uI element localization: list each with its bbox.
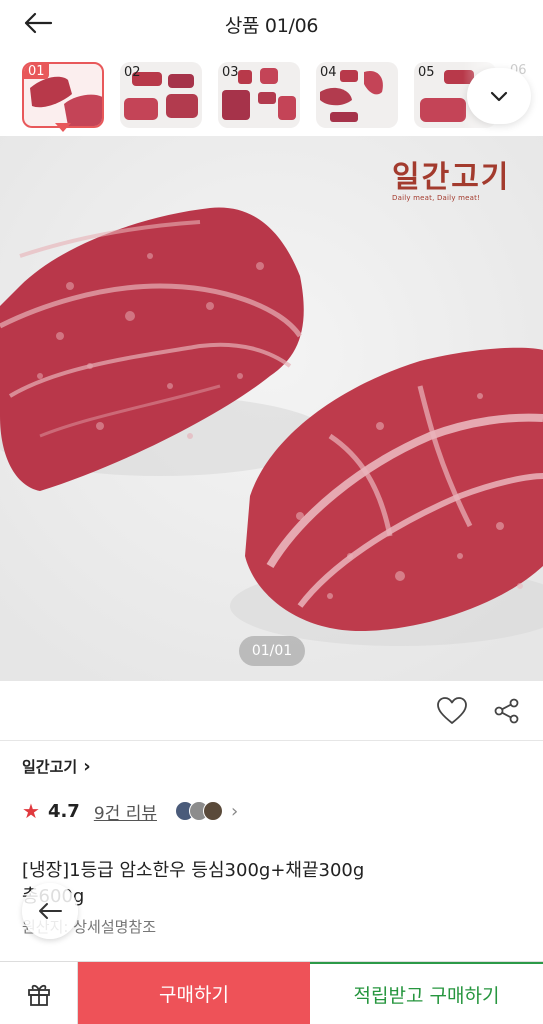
heart-icon (437, 697, 467, 724)
arrow-left-icon (39, 903, 62, 919)
action-row (0, 681, 543, 741)
thumbnail-strip: 01 02 03 04 05 (0, 58, 543, 136)
image-page-indicator: 01/01 (239, 636, 305, 666)
chevron-right-icon: › (230, 800, 239, 822)
thumbnail-number: 02 (124, 65, 141, 80)
product-name-line2: 총600g (22, 884, 442, 910)
product-name-line1: [냉장]1등급 암소한우 등심300g+채끝300g (22, 860, 365, 881)
rating-row: ★ 4.7 9건 리뷰 › (22, 796, 238, 826)
thumbnail-number: 03 (222, 65, 239, 80)
product-main-image[interactable] (0, 136, 543, 681)
chevron-down-icon (490, 91, 508, 102)
chevron-right-icon: › (83, 756, 91, 777)
reviewer-avatars[interactable]: › (174, 800, 239, 822)
thumbnail-number: 05 (418, 65, 435, 80)
thumbnail-number: 04 (320, 65, 337, 80)
rating-value: 4.7 (47, 800, 80, 822)
gift-icon (27, 984, 50, 1006)
gift-button[interactable] (0, 962, 78, 1024)
thumbnail-03[interactable]: 03 (218, 62, 300, 128)
buy-with-points-button[interactable]: 적립받고 구매하기 (310, 962, 543, 1024)
seller-link[interactable]: 일간고기 › (22, 756, 91, 777)
share-button[interactable] (492, 696, 522, 726)
floating-back-button[interactable] (22, 883, 78, 939)
header: 상품 01/06 (0, 0, 543, 46)
buy-button[interactable]: 구매하기 (78, 962, 310, 1024)
thumbnail-04[interactable]: 04 (316, 62, 398, 128)
beef-image (0, 136, 543, 681)
wishlist-button[interactable] (436, 696, 468, 726)
star-icon: ★ (22, 799, 40, 823)
thumbnail-number: 01 (24, 64, 49, 79)
thumbnail-01[interactable]: 01 (22, 62, 104, 128)
product-name: [냉장]1등급 암소한우 등심300g+채끝300g 총600g (22, 858, 442, 910)
page-title: 상품 01/06 (224, 15, 319, 37)
active-thumbnail-indicator (55, 123, 71, 132)
thumbnail-02[interactable]: 02 (120, 62, 202, 128)
expand-thumbnails-button[interactable] (467, 68, 531, 124)
avatar (202, 801, 223, 821)
brand-logo: 일간고기 Daily meat, Daily meat! (392, 152, 522, 202)
logo-text: 일간고기 (392, 160, 511, 195)
seller-name: 일간고기 (22, 758, 78, 776)
review-count-link[interactable]: 9건 리뷰 (94, 799, 157, 824)
share-icon (494, 698, 519, 724)
bottom-purchase-bar: 구매하기 적립받고 구매하기 (0, 961, 543, 1024)
